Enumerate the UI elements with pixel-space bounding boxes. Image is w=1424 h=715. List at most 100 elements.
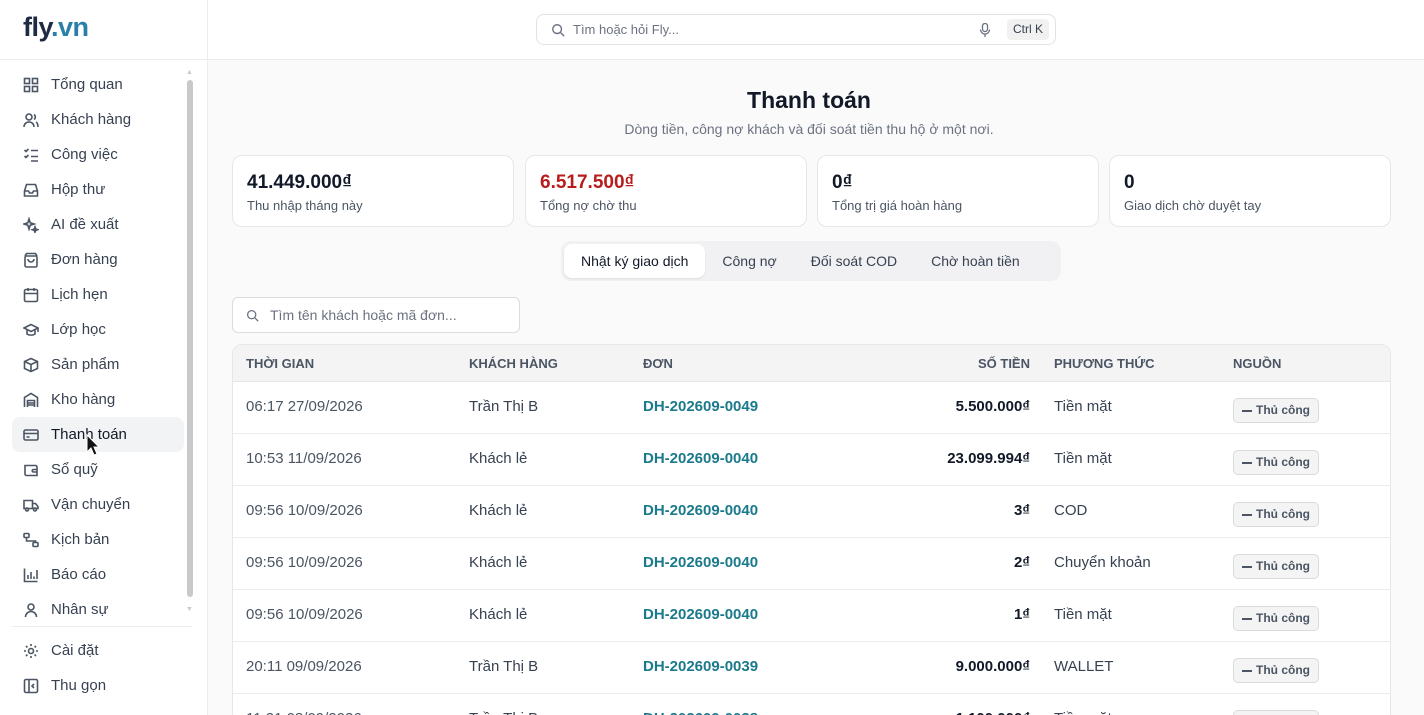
sidebar-item-label: Kịch bản xyxy=(51,531,110,548)
divider xyxy=(12,626,192,627)
cell-amount: 1.100.000₫ xyxy=(956,710,1030,715)
table-row[interactable]: 06:17 27/09/2026 Trần Thị B DH-202609-0049… xyxy=(233,382,1390,434)
source-badge: Thủ công xyxy=(1233,554,1319,579)
column-header-order[interactable]: ĐƠN xyxy=(643,356,673,371)
table-row[interactable]: 10:53 11/09/2026 Khách lẻ DH-202609-0040 23… xyxy=(233,434,1390,486)
sidebar-item-grid[interactable]: Tổng quan xyxy=(12,67,184,102)
topbar: Tìm hoặc hỏi Fly... Ctrl K xyxy=(208,0,1424,60)
checklist-icon xyxy=(23,147,39,163)
logo[interactable]: fly.vn xyxy=(23,12,89,43)
tab-cod-reconciliation[interactable]: Đối soát COD xyxy=(794,244,914,278)
table-search-input[interactable]: Tìm tên khách hoặc mã đơn... xyxy=(232,297,520,333)
sidebar-item-bar-chart[interactable]: Báo cáo xyxy=(12,557,184,592)
order-link[interactable]: DH-202609-0040 xyxy=(643,606,758,623)
order-link[interactable]: DH-202609-0049 xyxy=(643,398,758,415)
stat-label: Tổng nợ chờ thu xyxy=(540,198,637,213)
table-search-placeholder: Tìm tên khách hoặc mã đơn... xyxy=(270,307,457,323)
table-row[interactable]: 20:11 09/09/2026 Trần Thị B DH-202609-0039… xyxy=(233,642,1390,694)
bag-icon xyxy=(23,252,39,268)
sidebar-item-label: Lớp học xyxy=(51,321,106,338)
sidebar-item-bag[interactable]: Đơn hàng xyxy=(12,242,184,277)
sidebar-item-box[interactable]: Sản phẩm xyxy=(12,347,184,382)
sidebar-item-collapse[interactable]: Thu gọn xyxy=(12,668,184,703)
tab-debts[interactable]: Công nợ xyxy=(705,244,793,278)
cell-amount: 9.000.000₫ xyxy=(955,658,1030,675)
sidebar-item-truck[interactable]: Vận chuyển xyxy=(12,487,184,522)
sidebar-item-label: Vận chuyển xyxy=(51,496,131,513)
sidebar: fly.vn Tổng quan Khách hàng Công việc Hộp t… xyxy=(0,0,208,715)
cell-method: Tiền mặt xyxy=(1054,450,1112,467)
table-row[interactable]: 09:56 10/09/2026 Khách lẻ DH-202609-0040 1₫… xyxy=(233,590,1390,642)
workflow-icon xyxy=(23,532,39,548)
stat-card-returns: 0₫ Tổng trị giá hoàn hàng xyxy=(817,155,1099,227)
sidebar-item-calendar[interactable]: Lịch hẹn xyxy=(12,277,184,312)
order-link[interactable]: DH-202609-0040 xyxy=(643,502,758,519)
tab-pending-refunds[interactable]: Chờ hoàn tiền xyxy=(914,244,1037,278)
sidebar-item-label: Nhân sự xyxy=(51,601,109,618)
sidebar-item-label: Lịch hẹn xyxy=(51,286,108,303)
truck-icon xyxy=(23,497,39,513)
sidebar-item-checklist[interactable]: Công việc xyxy=(12,137,184,172)
sidebar-item-sparkles[interactable]: AI đề xuất xyxy=(12,207,184,242)
grid-icon xyxy=(23,77,39,93)
cell-method: Tiền mặt xyxy=(1054,398,1112,415)
cell-time: 09:56 10/09/2026 xyxy=(246,502,363,519)
cell-customer: Khách lẻ xyxy=(469,554,528,571)
mouse-cursor-icon xyxy=(86,434,101,456)
inbox-icon xyxy=(23,182,39,198)
column-header-time[interactable]: THỜI GIAN xyxy=(246,356,314,371)
shortcut-badge: Ctrl K xyxy=(1007,19,1049,40)
global-search-input[interactable]: Tìm hoặc hỏi Fly... Ctrl K xyxy=(536,14,1056,45)
stat-value: 0₫ xyxy=(832,172,853,193)
column-header-method[interactable]: PHƯƠNG THỨC xyxy=(1054,356,1155,371)
sidebar-item-label: Thu gọn xyxy=(51,677,107,694)
sidebar-item-workflow[interactable]: Kịch bản xyxy=(12,522,184,557)
sidebar-item-label: Sổ quỹ xyxy=(51,461,98,478)
sidebar-item-warehouse[interactable]: Kho hàng xyxy=(12,382,184,417)
scroll-down-arrow[interactable]: ▼ xyxy=(186,606,193,613)
table-row[interactable]: 09:56 10/09/2026 Khách lẻ DH-202609-0040 2₫… xyxy=(233,538,1390,590)
cell-time: 20:11 09/09/2026 xyxy=(246,658,362,675)
page-subtitle: Dòng tiền, công nợ khách và đối soát tiề… xyxy=(624,121,994,137)
sparkles-icon xyxy=(23,216,39,233)
sidebar-item-label: AI đề xuất xyxy=(51,216,119,233)
sidebar-item-user-group[interactable]: Nhân sự xyxy=(12,592,184,627)
order-link[interactable]: DH-202609-0038 xyxy=(643,710,758,715)
cell-customer: Trần Thị B xyxy=(469,658,539,675)
cell-customer: Khách lẻ xyxy=(469,606,528,623)
sidebar-item-gear[interactable]: Cài đặt xyxy=(12,633,184,668)
users-icon xyxy=(23,112,39,128)
cell-customer: Trần Thị B xyxy=(469,398,539,415)
order-link[interactable]: DH-202609-0040 xyxy=(643,554,758,571)
sidebar-scrollbar[interactable] xyxy=(187,80,193,597)
cell-method: COD xyxy=(1054,502,1088,519)
cell-method: Tiền mặt xyxy=(1054,710,1112,715)
source-badge: Thủ công xyxy=(1233,398,1319,423)
microphone-icon[interactable] xyxy=(979,23,991,37)
column-header-source[interactable]: NGUỒN xyxy=(1233,356,1281,371)
wallet-icon xyxy=(23,462,39,478)
sidebar-item-users[interactable]: Khách hàng xyxy=(12,102,184,137)
divider xyxy=(0,59,207,60)
sidebar-item-graduation-cap[interactable]: Lớp học xyxy=(12,312,184,347)
order-link[interactable]: DH-202609-0039 xyxy=(643,658,758,675)
stat-card-debt: 6.517.500₫ Tổng nợ chờ thu xyxy=(525,155,807,227)
column-header-customer[interactable]: KHÁCH HÀNG xyxy=(469,356,558,371)
stat-label: Thu nhập tháng này xyxy=(247,198,363,213)
cell-time: 09:56 10/09/2026 xyxy=(246,606,363,623)
sidebar-item-inbox[interactable]: Hộp thư xyxy=(12,172,184,207)
sidebar-item-label: Đơn hàng xyxy=(51,251,118,268)
column-header-amount[interactable]: SỐ TIỀN xyxy=(978,356,1030,371)
tab-transaction-log[interactable]: Nhật ký giao dịch xyxy=(564,244,706,278)
order-link[interactable]: DH-202609-0040 xyxy=(643,450,758,467)
sidebar-item-label: Tổng quan xyxy=(51,76,123,93)
source-badge: Thủ công xyxy=(1233,658,1319,683)
cell-method: Chuyển khoản xyxy=(1054,554,1151,571)
scroll-up-arrow[interactable]: ▲ xyxy=(186,69,193,76)
table-row[interactable]: 09:56 10/09/2026 Khách lẻ DH-202609-0040 3₫… xyxy=(233,486,1390,538)
credit-card-icon xyxy=(23,427,39,443)
cell-amount: 1₫ xyxy=(1013,606,1030,623)
table-row[interactable]: 11:21 08/09/2026 Trần Thị B DH-202609-0038… xyxy=(233,694,1390,715)
sidebar-item-label: Sản phẩm xyxy=(51,356,120,373)
main-content: Thanh toán Dòng tiền, công nợ khách và đ… xyxy=(208,60,1424,715)
